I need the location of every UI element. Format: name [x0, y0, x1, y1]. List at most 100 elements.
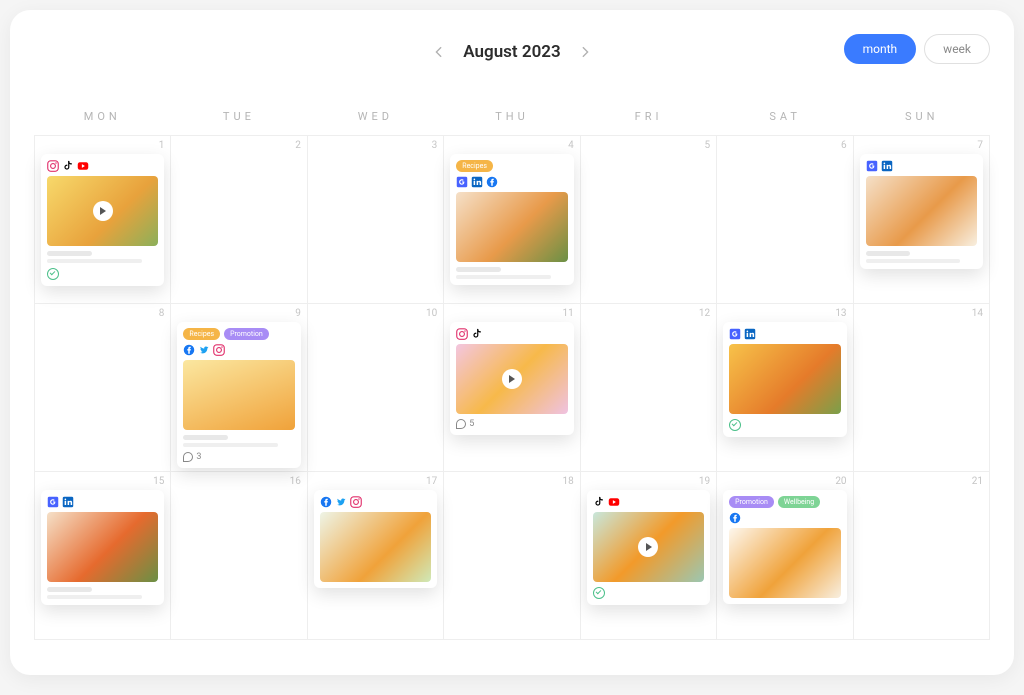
network-icons [47, 160, 158, 172]
facebook-icon [729, 512, 741, 524]
day-number: 13 [835, 308, 846, 319]
week-view-button[interactable]: week [924, 34, 990, 64]
post-thumbnail [729, 344, 840, 414]
post-card[interactable]: RecipesPromotion 3 [177, 322, 300, 468]
day-number: 2 [295, 140, 301, 151]
facebook-icon [486, 176, 498, 188]
post-thumbnail [320, 512, 431, 582]
day-number: 5 [705, 140, 711, 151]
text-placeholder [47, 251, 158, 263]
network-icons [729, 328, 840, 340]
instagram-icon [350, 496, 362, 508]
post-thumbnail [456, 192, 567, 262]
status-row [729, 419, 840, 431]
tag-row: PromotionWellbeing [729, 496, 840, 508]
day-number: 3 [432, 140, 438, 151]
month-nav: August 2023 [429, 42, 594, 62]
play-icon[interactable] [93, 201, 113, 221]
post-card[interactable] [723, 322, 846, 437]
day-number: 11 [562, 308, 573, 319]
calendar-cell[interactable]: 18 [444, 472, 580, 640]
calendar-grid: 1234Recipes56789RecipesPromotion31011512… [34, 135, 990, 640]
google-icon [456, 176, 468, 188]
calendar-cell[interactable]: 12 [581, 304, 717, 472]
network-icons [47, 496, 158, 508]
day-number: 21 [972, 476, 983, 487]
text-placeholder [456, 267, 567, 279]
post-card[interactable] [41, 154, 164, 286]
month-view-button[interactable]: month [844, 34, 917, 64]
calendar-cell[interactable]: 2 [171, 136, 307, 304]
post-card[interactable]: 5 [450, 322, 573, 435]
post-thumbnail [456, 344, 567, 414]
day-number: 9 [295, 308, 301, 319]
day-number: 1 [159, 140, 165, 151]
google-icon [866, 160, 878, 172]
calendar-app: August 2023 month week MONTUEWEDTHUFRISA… [10, 10, 1014, 675]
network-icons [456, 328, 567, 340]
comment-number: 5 [469, 419, 474, 429]
post-card[interactable]: Recipes [450, 154, 573, 285]
text-placeholder [866, 251, 977, 263]
prev-month-button[interactable] [429, 42, 449, 62]
linkedin-icon [471, 176, 483, 188]
play-icon[interactable] [638, 537, 658, 557]
text-placeholder [183, 435, 294, 447]
play-icon[interactable] [502, 369, 522, 389]
calendar-cell[interactable]: 7 [854, 136, 990, 304]
calendar-cell[interactable]: 5 [581, 136, 717, 304]
day-number: 12 [699, 308, 710, 319]
post-card[interactable] [587, 490, 710, 605]
day-label: MON [34, 110, 171, 123]
facebook-icon [320, 496, 332, 508]
calendar-cell[interactable]: 15 [35, 472, 171, 640]
day-label: SAT [717, 110, 854, 123]
comment-count[interactable]: 5 [456, 419, 567, 429]
day-number: 16 [290, 476, 301, 487]
calendar-cell[interactable]: 21 [854, 472, 990, 640]
text-placeholder [47, 587, 158, 599]
day-number: 19 [699, 476, 710, 487]
instagram-icon [213, 344, 225, 356]
tag-promotion: Promotion [224, 328, 269, 340]
month-title: August 2023 [463, 42, 560, 62]
day-label: WED [307, 110, 444, 123]
next-month-button[interactable] [575, 42, 595, 62]
status-row [593, 587, 704, 599]
twitter-icon [335, 496, 347, 508]
linkedin-icon [62, 496, 74, 508]
post-card[interactable] [41, 490, 164, 605]
calendar-cell[interactable]: 16 [171, 472, 307, 640]
calendar-cell[interactable]: 10 [308, 304, 444, 472]
post-card[interactable]: PromotionWellbeing [723, 490, 846, 604]
post-card[interactable] [314, 490, 437, 588]
calendar-cell[interactable]: 20PromotionWellbeing [717, 472, 853, 640]
calendar-cell[interactable]: 1 [35, 136, 171, 304]
approved-icon [593, 587, 605, 599]
tag-row: Recipes [456, 160, 567, 172]
calendar-cell[interactable]: 19 [581, 472, 717, 640]
calendar-cell[interactable]: 13 [717, 304, 853, 472]
network-icons [866, 160, 977, 172]
youtube-icon [608, 496, 620, 508]
day-labels: MONTUEWEDTHUFRISATSUN [34, 110, 990, 123]
calendar-cell[interactable]: 6 [717, 136, 853, 304]
approved-icon [729, 419, 741, 431]
calendar-cell[interactable]: 17 [308, 472, 444, 640]
comment-count[interactable]: 3 [183, 452, 294, 462]
calendar-cell[interactable]: 3 [308, 136, 444, 304]
day-number: 8 [159, 308, 165, 319]
post-thumbnail [47, 512, 158, 582]
tag-row: RecipesPromotion [183, 328, 294, 340]
tag-wellbeing: Wellbeing [778, 496, 820, 508]
calendar-cell[interactable]: 8 [35, 304, 171, 472]
day-number: 17 [426, 476, 437, 487]
tiktok-icon [62, 160, 74, 172]
calendar-cell[interactable]: 14 [854, 304, 990, 472]
day-label: SUN [853, 110, 990, 123]
network-icons [320, 496, 431, 508]
post-card[interactable] [860, 154, 983, 269]
calendar-cell[interactable]: 11 5 [444, 304, 580, 472]
calendar-cell[interactable]: 4Recipes [444, 136, 580, 304]
calendar-cell[interactable]: 9RecipesPromotion 3 [171, 304, 307, 472]
